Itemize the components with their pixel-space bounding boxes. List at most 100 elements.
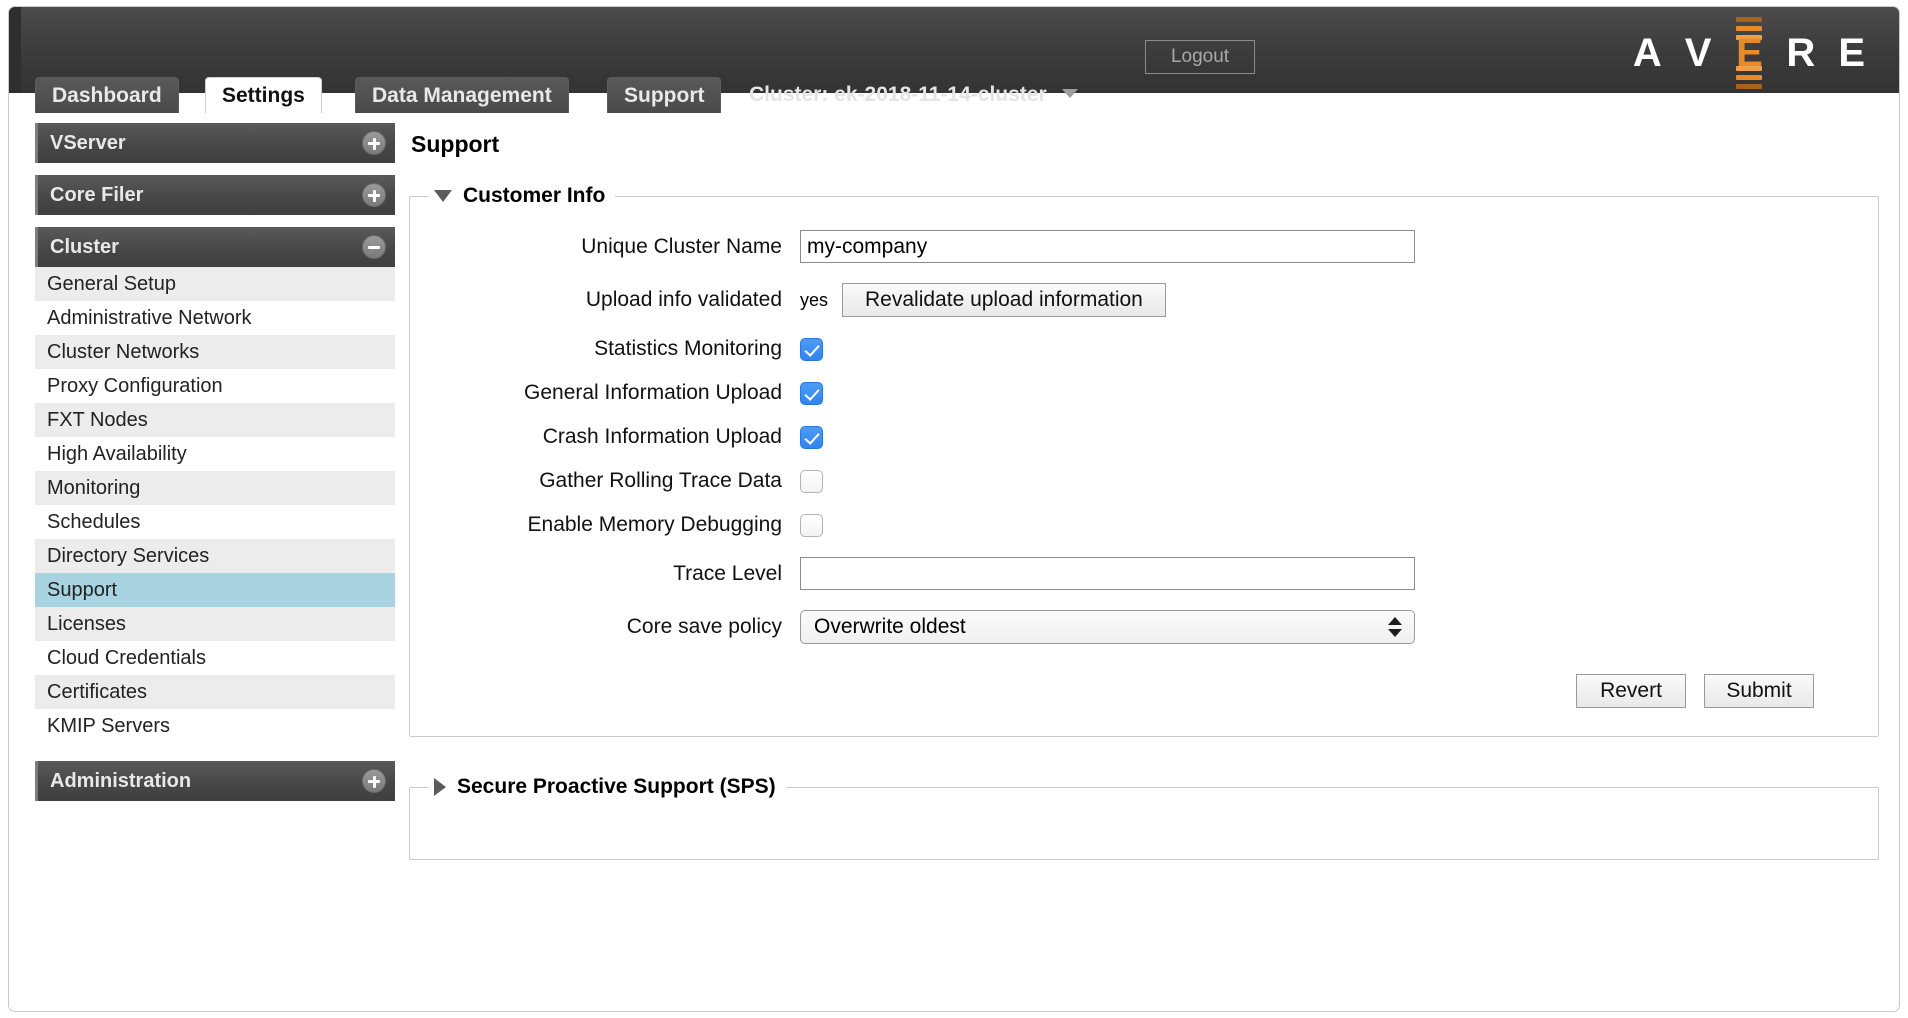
logo-letter-a: A bbox=[1633, 33, 1663, 73]
core-save-policy-select[interactable]: Overwrite oldest bbox=[800, 610, 1415, 644]
label-enable-memory-debugging: Enable Memory Debugging bbox=[428, 513, 800, 537]
core-save-policy-selected-value: Overwrite oldest bbox=[814, 615, 966, 638]
label-trace-level: Trace Level bbox=[428, 562, 800, 586]
sidebar-item-certificates[interactable]: Certificates bbox=[35, 675, 395, 709]
row-crash-information-upload: Crash Information Upload bbox=[428, 425, 1860, 449]
field-area-enable-memory-debugging bbox=[800, 514, 823, 537]
sidebar-item-schedules[interactable]: Schedules bbox=[35, 505, 395, 539]
sidebar-item-cluster-networks[interactable]: Cluster Networks bbox=[35, 335, 395, 369]
sidebar-group-label-administration: Administration bbox=[50, 770, 191, 792]
label-core-save-policy: Core save policy bbox=[428, 615, 800, 639]
sidebar-group-administration: Administration bbox=[35, 761, 395, 801]
label-general-information-upload: General Information Upload bbox=[428, 381, 800, 405]
revalidate-upload-information-button[interactable]: Revalidate upload information bbox=[842, 283, 1166, 317]
sidebar-item-directory-services[interactable]: Directory Services bbox=[35, 539, 395, 573]
gather-rolling-trace-data-checkbox[interactable] bbox=[800, 470, 823, 493]
browser-frame: Logout A V E R E Dashboard S bbox=[8, 6, 1900, 1012]
tab-data-management[interactable]: Data Management bbox=[355, 77, 569, 113]
label-statistics-monitoring: Statistics Monitoring bbox=[428, 337, 800, 361]
sidebar-item-proxy-configuration[interactable]: Proxy Configuration bbox=[35, 369, 395, 403]
app-window: Logout A V E R E Dashboard S bbox=[0, 0, 1908, 1018]
upload-info-validated-value: yes bbox=[800, 290, 828, 311]
statistics-monitoring-checkbox[interactable] bbox=[800, 338, 823, 361]
field-area-statistics-monitoring bbox=[800, 338, 823, 361]
chevron-down-icon bbox=[1062, 89, 1078, 98]
field-area-upload-info-validated: yes Revalidate upload information bbox=[800, 283, 1166, 317]
logo-bar-top-1 bbox=[1736, 17, 1762, 22]
tab-settings[interactable]: Settings bbox=[205, 77, 322, 113]
sidebar-item-monitoring[interactable]: Monitoring bbox=[35, 471, 395, 505]
expand-plus-icon[interactable] bbox=[362, 769, 386, 793]
row-gather-rolling-trace-data: Gather Rolling Trace Data bbox=[428, 469, 1860, 493]
customer-info-legend-label: Customer Info bbox=[463, 184, 605, 208]
triangle-right-icon[interactable] bbox=[434, 778, 446, 796]
triangle-down-icon[interactable] bbox=[434, 190, 452, 202]
sps-legend[interactable]: Secure Proactive Support (SPS) bbox=[428, 775, 786, 799]
row-enable-memory-debugging: Enable Memory Debugging bbox=[428, 513, 1860, 537]
tab-dashboard[interactable]: Dashboard bbox=[35, 77, 179, 113]
sidebar-group-core-filer: Core Filer bbox=[35, 175, 395, 215]
content-area: VServer Core Filer Cluster General bbox=[9, 113, 1900, 1012]
field-area-core-save-policy: Overwrite oldest bbox=[800, 610, 1415, 644]
crash-information-upload-checkbox[interactable] bbox=[800, 426, 823, 449]
logo-letter-v: V bbox=[1685, 33, 1713, 73]
customer-info-legend[interactable]: Customer Info bbox=[428, 184, 615, 208]
label-unique-cluster-name: Unique Cluster Name bbox=[428, 235, 800, 259]
arrow-up-icon bbox=[1388, 617, 1402, 625]
sidebar-group-header-vserver[interactable]: VServer bbox=[35, 123, 395, 163]
sidebar-item-administrative-network[interactable]: Administrative Network bbox=[35, 301, 395, 335]
sidebar-group-label-core-filer: Core Filer bbox=[50, 184, 143, 206]
enable-memory-debugging-checkbox[interactable] bbox=[800, 514, 823, 537]
sidebar-group-header-core-filer[interactable]: Core Filer bbox=[35, 175, 395, 215]
cluster-selector[interactable]: Cluster: ek-2018-11-14-cluster bbox=[749, 77, 1078, 113]
field-area-trace-level bbox=[800, 557, 1415, 590]
label-gather-rolling-trace-data: Gather Rolling Trace Data bbox=[428, 469, 800, 493]
expand-plus-icon[interactable] bbox=[362, 131, 386, 155]
sidebar-group-cluster: Cluster General Setup Administrative Net… bbox=[35, 227, 395, 743]
cluster-selector-label: Cluster: ek-2018-11-14-cluster bbox=[749, 83, 1047, 106]
top-header-bar: Logout A V E R E Dashboard S bbox=[9, 7, 1900, 93]
main-panel: Support Customer Info Unique Cluster Nam… bbox=[409, 123, 1879, 898]
row-statistics-monitoring: Statistics Monitoring bbox=[428, 337, 1860, 361]
sidebar-group-header-cluster[interactable]: Cluster bbox=[35, 227, 395, 267]
logo-letter-r: R bbox=[1786, 33, 1816, 73]
main-tabs: Dashboard Settings Data Management Suppo… bbox=[9, 77, 1900, 113]
sidebar-item-cloud-credentials[interactable]: Cloud Credentials bbox=[35, 641, 395, 675]
label-crash-information-upload: Crash Information Upload bbox=[428, 425, 800, 449]
label-upload-info-validated: Upload info validated bbox=[428, 288, 800, 312]
sidebar-item-licenses[interactable]: Licenses bbox=[35, 607, 395, 641]
sidebar-group-vserver: VServer bbox=[35, 123, 395, 163]
row-general-information-upload: General Information Upload bbox=[428, 381, 1860, 405]
general-information-upload-checkbox[interactable] bbox=[800, 382, 823, 405]
avere-logo: A V E R E bbox=[1633, 23, 1866, 83]
field-area-crash-information-upload bbox=[800, 426, 823, 449]
sps-panel: Secure Proactive Support (SPS) bbox=[409, 775, 1879, 860]
logout-button[interactable]: Logout bbox=[1145, 40, 1255, 74]
trace-level-input[interactable] bbox=[800, 557, 1415, 590]
arrow-down-icon bbox=[1388, 629, 1402, 637]
sidebar-group-label-vserver: VServer bbox=[50, 132, 126, 154]
logo-e-glyph: E bbox=[1736, 33, 1763, 73]
tab-support[interactable]: Support bbox=[607, 77, 721, 113]
sidebar-item-support[interactable]: Support bbox=[35, 573, 395, 607]
settings-sidebar: VServer Core Filer Cluster General bbox=[35, 123, 395, 813]
sidebar-item-fxt-nodes[interactable]: FXT Nodes bbox=[35, 403, 395, 437]
sidebar-group-header-administration[interactable]: Administration bbox=[35, 761, 395, 801]
sidebar-item-general-setup[interactable]: General Setup bbox=[35, 267, 395, 301]
unique-cluster-name-input[interactable] bbox=[800, 230, 1415, 263]
collapse-minus-icon[interactable] bbox=[362, 235, 386, 259]
sps-legend-label: Secure Proactive Support (SPS) bbox=[457, 775, 776, 799]
submit-button[interactable]: Submit bbox=[1704, 674, 1814, 708]
revert-button[interactable]: Revert bbox=[1576, 674, 1686, 708]
form-actions: Revert Submit bbox=[428, 674, 1860, 708]
stepper-arrows-icon[interactable] bbox=[1388, 611, 1402, 643]
expand-plus-icon[interactable] bbox=[362, 183, 386, 207]
customer-info-panel: Customer Info Unique Cluster Name Upload… bbox=[409, 184, 1879, 737]
sidebar-item-high-availability[interactable]: High Availability bbox=[35, 437, 395, 471]
sidebar-group-label-cluster: Cluster bbox=[50, 236, 119, 258]
field-area-gather-rolling-trace-data bbox=[800, 470, 823, 493]
sidebar-item-kmip-servers[interactable]: KMIP Servers bbox=[35, 709, 395, 743]
row-upload-info-validated: Upload info validated yes Revalidate upl… bbox=[428, 283, 1860, 317]
logo-letter-e2: E bbox=[1838, 33, 1866, 73]
row-unique-cluster-name: Unique Cluster Name bbox=[428, 230, 1860, 263]
